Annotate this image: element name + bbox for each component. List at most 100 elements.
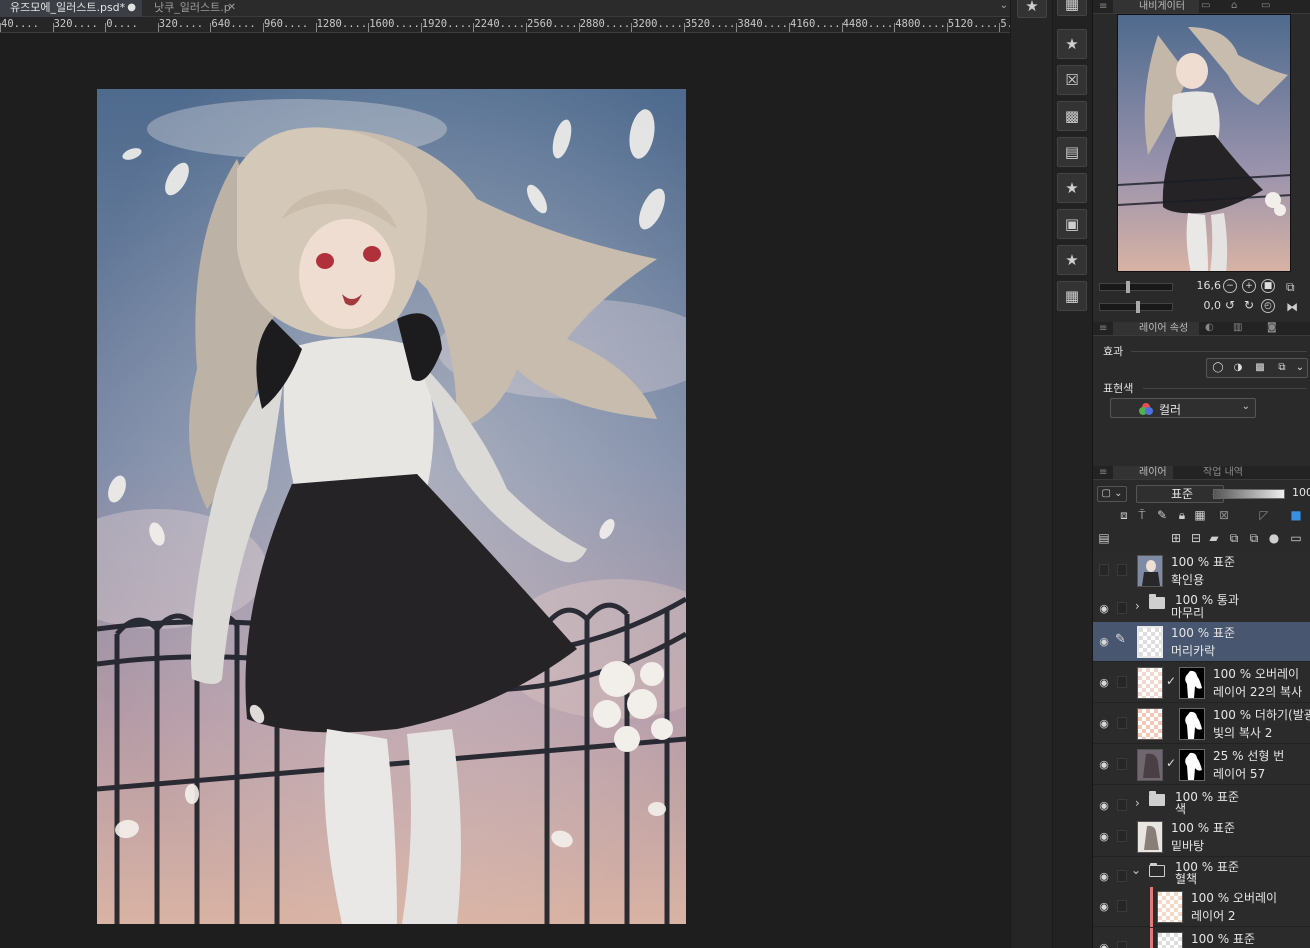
- lock-slot[interactable]: [1117, 830, 1127, 842]
- artwork-canvas[interactable]: [97, 89, 686, 924]
- layer-color-icon[interactable]: ⧉: [1275, 361, 1289, 375]
- new-vector-layer-icon[interactable]: ⊟: [1189, 531, 1203, 545]
- grid-icon[interactable]: ▦: [1057, 281, 1087, 311]
- navigator-preview[interactable]: [1117, 14, 1291, 272]
- tone-icon[interactable]: ▩: [1253, 361, 1267, 375]
- palette-grid-icon[interactable]: ▦: [1057, 0, 1087, 16]
- chevron-right-icon[interactable]: ›: [1135, 599, 1140, 613]
- layer-row-57[interactable]: ◉ ✓ 25 % 선형 번 레이어 57: [1093, 745, 1310, 785]
- tab-layer-property[interactable]: 레이어 속성: [1113, 322, 1199, 335]
- layer-row-hair[interactable]: ◉ ✎ 100 % 표준 머리카락: [1093, 622, 1310, 662]
- opacity-value[interactable]: 100: [1292, 486, 1310, 499]
- tab-navigator[interactable]: 내비게이터: [1113, 0, 1199, 13]
- reset-rotation-icon[interactable]: ◴: [1261, 299, 1275, 313]
- sub-view-icon[interactable]: ⌂: [1231, 0, 1245, 12]
- layer-row-hyeolchaek-folder[interactable]: ◉ ⌄ 100 % 표준 혈책: [1093, 857, 1310, 889]
- layer-row-finish-folder[interactable]: ◉ › 100 % 통과 마무리: [1093, 589, 1310, 624]
- canvas-area[interactable]: [0, 33, 1010, 948]
- extract-line-icon[interactable]: ◑: [1231, 361, 1245, 375]
- create-mask-icon[interactable]: ●: [1267, 531, 1281, 545]
- tab-history[interactable]: 작업 내역: [1177, 466, 1257, 479]
- favorite-icon[interactable]: ★: [1057, 173, 1087, 203]
- check-icon[interactable]: ✓: [1166, 674, 1176, 688]
- favorite-icon[interactable]: ★: [1017, 0, 1047, 18]
- mask-enable-icon[interactable]: ⊠: [1217, 508, 1231, 522]
- expression-color-select[interactable]: 컬러 ⌄: [1110, 398, 1256, 418]
- lock-icon[interactable]: 🔒︎: [1175, 508, 1189, 523]
- grip-icon[interactable]: ≡: [1099, 1, 1107, 12]
- layer-settings-icon[interactable]: ▤: [1097, 531, 1111, 545]
- tab-layer[interactable]: 레이어: [1113, 466, 1173, 479]
- check-icon[interactable]: ✓: [1166, 756, 1176, 770]
- eye-icon[interactable]: ◉: [1097, 676, 1111, 689]
- eye-icon[interactable]: ◉: [1097, 799, 1111, 812]
- blend-mode-select[interactable]: 표준 ⌄: [1136, 485, 1224, 503]
- layer-row-confirm[interactable]: 100 % 표준 확인용: [1093, 551, 1310, 591]
- draft-icon[interactable]: ✎: [1155, 508, 1169, 522]
- flip-horizontal-icon[interactable]: ⧓: [1286, 300, 1300, 314]
- zoom-in-icon[interactable]: +: [1242, 279, 1256, 293]
- eye-icon[interactable]: ◉: [1097, 941, 1111, 948]
- chevron-right-icon[interactable]: ›: [1135, 796, 1140, 810]
- hidden-icon[interactable]: [1097, 564, 1111, 579]
- lock-slot[interactable]: [1117, 799, 1127, 811]
- rotate-right-icon[interactable]: ↻: [1242, 299, 1256, 313]
- layer-row-color-folder[interactable]: ◉ › 100 % 표준 색: [1093, 786, 1310, 821]
- actual-size-icon[interactable]: ⧉: [1286, 280, 1300, 294]
- new-folder-icon[interactable]: ▰: [1207, 531, 1221, 545]
- reference-icon[interactable]: ⍑: [1135, 508, 1149, 523]
- eye-icon[interactable]: ◉: [1097, 900, 1111, 913]
- lock-slot[interactable]: [1117, 758, 1127, 770]
- close-icon[interactable]: ✕: [228, 0, 236, 16]
- combine-down-icon[interactable]: ⧉: [1247, 531, 1261, 546]
- lock-slot[interactable]: [1117, 602, 1127, 614]
- camera-icon[interactable]: ◙: [1267, 322, 1281, 334]
- transfer-down-icon[interactable]: ⧉: [1227, 531, 1241, 546]
- grip-icon[interactable]: ≡: [1099, 467, 1107, 478]
- eye-icon[interactable]: ◉: [1097, 635, 1111, 648]
- close-box-icon[interactable]: ☒: [1057, 65, 1087, 95]
- new-raster-layer-icon[interactable]: ⊞: [1169, 531, 1183, 545]
- layer-color-icon[interactable]: ■: [1289, 508, 1303, 522]
- tab-document-yuzumoe[interactable]: 유즈모에_일러스트.psd* ●: [0, 0, 142, 17]
- lock-slot[interactable]: [1117, 941, 1127, 948]
- eye-icon[interactable]: ◉: [1097, 830, 1111, 843]
- lock-slot[interactable]: [1117, 870, 1127, 882]
- clip-icon[interactable]: ⧈: [1117, 508, 1131, 523]
- layer-row-standard[interactable]: ◉ 100 % 표준: [1093, 928, 1310, 948]
- eye-icon[interactable]: ◉: [1097, 758, 1111, 771]
- modified-dot-icon[interactable]: ●: [127, 0, 136, 16]
- border-effect-icon[interactable]: ◯: [1211, 361, 1225, 375]
- lock-slot[interactable]: [1117, 676, 1127, 688]
- layer-row-light-copy[interactable]: ◉ 100 % 더하기(발광) 빛의 복사 2: [1093, 704, 1310, 744]
- pin-icon[interactable]: ▭: [1201, 0, 1215, 12]
- opacity-slider[interactable]: [1213, 489, 1285, 499]
- eye-icon[interactable]: ◉: [1097, 602, 1111, 615]
- pattern-icon[interactable]: ▩: [1057, 101, 1087, 131]
- zoom-slider[interactable]: [1099, 281, 1173, 293]
- zoom-out-icon[interactable]: −: [1223, 279, 1237, 293]
- layer-row-overlay-copy[interactable]: ◉ ✓ 100 % 오버레이 레이어 22의 복사: [1093, 663, 1310, 703]
- material-icon[interactable]: ▥: [1233, 322, 1247, 334]
- text-icon[interactable]: ▤: [1057, 137, 1087, 167]
- info-icon[interactable]: ▭: [1261, 0, 1275, 12]
- favorite-icon[interactable]: ★: [1057, 29, 1087, 59]
- delete-layer-icon[interactable]: ▭: [1289, 531, 1303, 545]
- search-layer-icon[interactable]: ◐: [1205, 322, 1219, 334]
- fit-view-icon[interactable]: ■: [1261, 279, 1275, 293]
- rotate-slider[interactable]: [1099, 301, 1173, 313]
- rotate-left-icon[interactable]: ↺: [1223, 299, 1237, 313]
- favorite-icon[interactable]: ★: [1057, 245, 1087, 275]
- lock-slot[interactable]: [1117, 564, 1127, 576]
- zoom-value[interactable]: 16,6: [1193, 279, 1222, 292]
- layer-row-base[interactable]: ◉ 100 % 표준 밑바탕: [1093, 817, 1310, 857]
- grip-icon[interactable]: ≡: [1099, 323, 1107, 334]
- lock-slot[interactable]: [1117, 900, 1127, 912]
- lock-slot[interactable]: [1117, 717, 1127, 729]
- image-icon[interactable]: ▣: [1057, 209, 1087, 239]
- eye-icon[interactable]: ◉: [1097, 870, 1111, 883]
- tab-document-nakku[interactable]: 낫쿠_일러스트.p ✕: [144, 0, 242, 17]
- ruler-enable-icon[interactable]: ◸: [1257, 508, 1271, 522]
- chevron-down-icon[interactable]: ⌄: [1131, 863, 1141, 877]
- layer-row-layer2[interactable]: ◉ 100 % 오버레이 레이어 2: [1093, 887, 1310, 927]
